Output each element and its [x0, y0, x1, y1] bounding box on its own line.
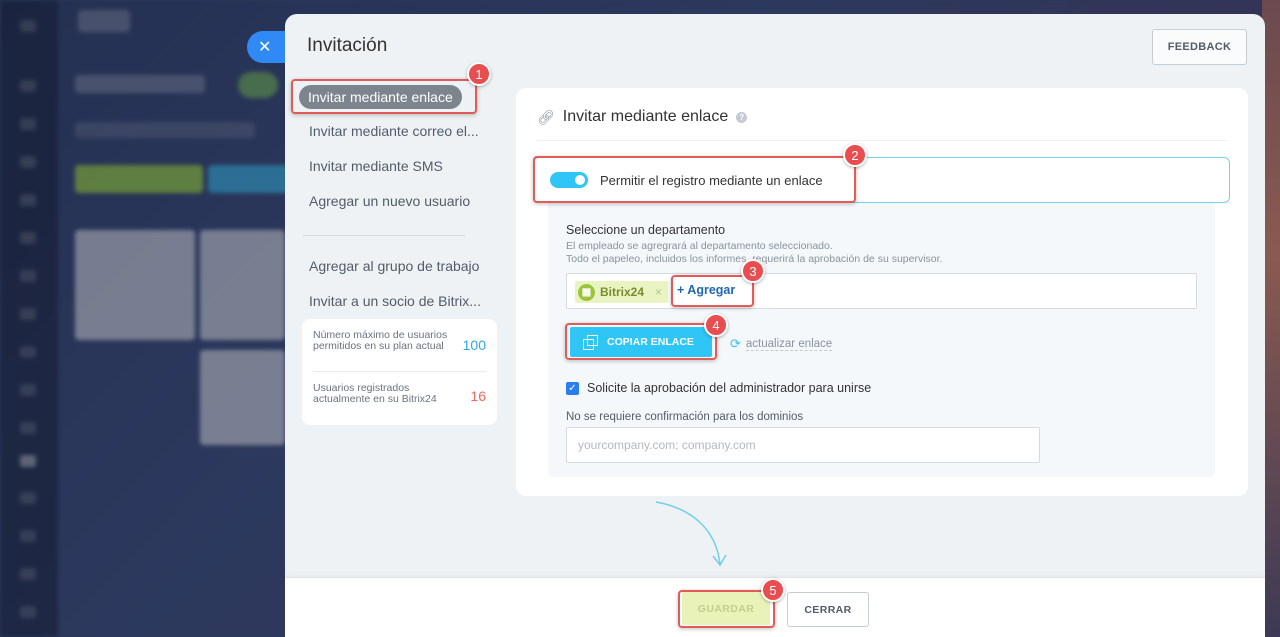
department-selector[interactable]: ▦ Bitrix24 × + Agregar — [566, 273, 1197, 309]
annotation-badge-3: 3 — [741, 259, 765, 283]
close-icon: ✕ — [258, 39, 272, 56]
panel-title: Invitación — [307, 35, 388, 56]
max-users-label: Número máximo de usuarios permitidos en … — [313, 329, 448, 352]
invitation-panel: Invitación FEEDBACK Invitar mediante enl… — [285, 14, 1265, 637]
domains-input[interactable] — [566, 427, 1040, 463]
card-divider — [537, 140, 1227, 141]
admin-approval-checkbox[interactable]: ✓ — [566, 381, 579, 395]
copy-link-button[interactable]: COPIAR ENLACE — [570, 327, 712, 357]
invite-link-card: 🔗︎ Invitar mediante enlace ? Permitir el… — [516, 88, 1248, 496]
allow-registration-toggle[interactable] — [550, 172, 588, 188]
registered-users-label: Usuarios registrados actualmente en su B… — [313, 382, 437, 405]
annotation-badge-5: 5 — [761, 578, 785, 602]
refresh-link-label: actualizar enlace — [745, 337, 833, 351]
add-department-link[interactable]: + Agregar — [677, 283, 735, 297]
building-icon: ▦ — [578, 283, 595, 301]
annotation-badge-2: 2 — [843, 143, 867, 167]
department-title: Seleccione un departamento — [566, 223, 726, 237]
max-users-row: Número máximo de usuarios permitidos en … — [313, 319, 486, 371]
help-icon[interactable]: ? — [736, 111, 748, 123]
menu-item-invite-sms[interactable]: Invitar mediante SMS — [309, 158, 443, 174]
registered-users-row: Usuarios registrados actualmente en su B… — [313, 371, 486, 423]
domains-label: No se requiere confirmación para los dom… — [566, 411, 804, 423]
annotation-badge-1: 1 — [467, 62, 491, 86]
card-title: Invitar mediante enlace — [562, 108, 729, 125]
feedback-button[interactable]: FEEDBACK — [1152, 29, 1247, 65]
admin-approval-row: ✓ Solicite la aprobación del administrad… — [566, 381, 871, 395]
annotation-badge-4: 4 — [704, 313, 728, 337]
curved-arrow-icon — [655, 501, 727, 567]
max-users-value: 100 — [462, 337, 486, 353]
allow-registration-row: Permitir el registro mediante un enlace — [533, 157, 1230, 203]
refresh-icon: ⟳ — [730, 336, 741, 351]
remove-tag-icon[interactable]: × — [655, 285, 662, 299]
department-tag-label: Bitrix24 — [600, 285, 645, 299]
department-tag: ▦ Bitrix24 × — [575, 281, 669, 303]
admin-approval-label: Solicite la aprobación del administrador… — [587, 381, 872, 395]
save-button[interactable]: GUARDAR — [682, 592, 770, 625]
menu-divider — [303, 235, 465, 236]
copy-link-label: COPIAR ENLACE — [607, 336, 694, 348]
user-limits-box: Número máximo de usuarios permitidos en … — [302, 319, 497, 425]
department-description-line-1: El empleado se agregrará al departamento… — [566, 240, 833, 252]
refresh-link[interactable]: ⟳ actualizar enlace — [730, 336, 833, 352]
close-slider-button[interactable]: ✕ — [247, 31, 287, 63]
registered-users-value: 16 — [470, 388, 486, 404]
allow-registration-label: Permitir el registro mediante un enlace — [600, 172, 823, 188]
menu-item-invite-partner[interactable]: Invitar a un socio de Bitrix... — [309, 293, 481, 309]
copy-icon — [583, 335, 598, 350]
close-button[interactable]: CERRAR — [787, 592, 869, 627]
department-section: Seleccione un departamento El empleado s… — [548, 203, 1215, 477]
menu-item-add-workgroup[interactable]: Agregar al grupo de trabajo — [309, 258, 479, 274]
menu-item-invite-email[interactable]: Invitar mediante correo el... — [309, 123, 479, 139]
card-header: 🔗︎ Invitar mediante enlace ? — [537, 108, 748, 126]
menu-item-invite-link[interactable]: Invitar mediante enlace — [299, 85, 462, 109]
menu-item-add-user[interactable]: Agregar un nuevo usuario — [309, 193, 470, 209]
link-icon: 🔗︎ — [537, 108, 555, 125]
